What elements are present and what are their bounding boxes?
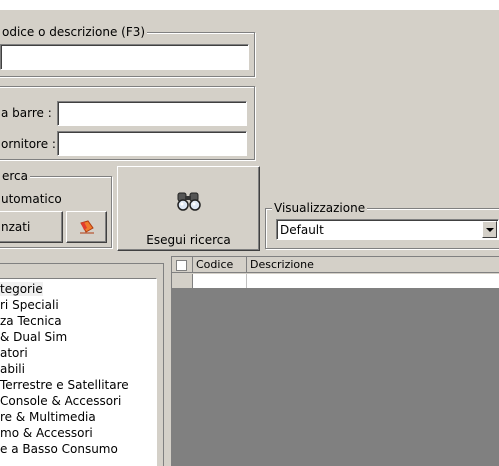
- advanced-button-label: nzati: [1, 220, 31, 234]
- tree-item[interactable]: e a Basso Consumo: [0, 442, 118, 456]
- barcode-input[interactable]: [57, 101, 247, 126]
- grid-row-indicator: [172, 274, 193, 289]
- search-mode-legend: erca: [0, 169, 31, 183]
- supplier-input[interactable]: [57, 131, 247, 156]
- barcode-label: a barre :: [1, 106, 52, 120]
- tree-item-root[interactable]: tegorie: [0, 282, 43, 296]
- eraser-icon: [79, 220, 95, 234]
- select-all-checkbox[interactable]: [176, 260, 187, 271]
- category-tree[interactable]: tegorie ri Speciali za Tecnica & Dual Si…: [0, 278, 157, 466]
- tree-item[interactable]: za Tecnica: [0, 314, 62, 328]
- tree-item[interactable]: & Dual Sim: [0, 330, 67, 344]
- tree-item[interactable]: mo & Accessori: [0, 426, 93, 440]
- chevron-down-icon[interactable]: [482, 221, 497, 238]
- column-header-description[interactable]: Descrizione: [247, 257, 499, 273]
- grid-new-row[interactable]: [193, 274, 499, 289]
- tree-item[interactable]: Console & Accessori: [0, 394, 121, 408]
- view-select[interactable]: Default: [276, 219, 499, 240]
- advanced-button[interactable]: nzati: [0, 211, 63, 243]
- tree-item[interactable]: re & Multimedia: [0, 410, 96, 424]
- results-grid[interactable]: Codice Descrizione: [171, 256, 499, 466]
- tree-item[interactable]: Terrestre e Satellitare: [0, 378, 129, 392]
- tree-item[interactable]: ri Speciali: [0, 298, 59, 312]
- top-border-strip: [0, 0, 499, 10]
- tree-item[interactable]: abili: [0, 362, 25, 376]
- grid-cell-divider: [246, 274, 247, 288]
- clear-filter-button[interactable]: [66, 211, 107, 243]
- run-search-label: Esegui ricerca: [146, 233, 231, 247]
- column-header-code[interactable]: Codice: [193, 257, 247, 273]
- automatic-option[interactable]: utomatico: [1, 192, 62, 206]
- view-legend: Visualizzazione: [272, 201, 368, 215]
- code-description-input[interactable]: [0, 44, 249, 70]
- view-select-value: Default: [280, 223, 324, 237]
- grid-header: Codice Descrizione: [172, 257, 499, 274]
- binoculars-icon: [173, 191, 205, 211]
- run-search-button[interactable]: Esegui ricerca: [117, 166, 260, 251]
- tree-item[interactable]: atori: [0, 346, 28, 360]
- splitter[interactable]: [164, 256, 171, 466]
- code-description-legend: odice o descrizione (F3): [0, 25, 148, 39]
- supplier-label: ornitore :: [1, 137, 56, 151]
- select-all-column[interactable]: [172, 257, 193, 273]
